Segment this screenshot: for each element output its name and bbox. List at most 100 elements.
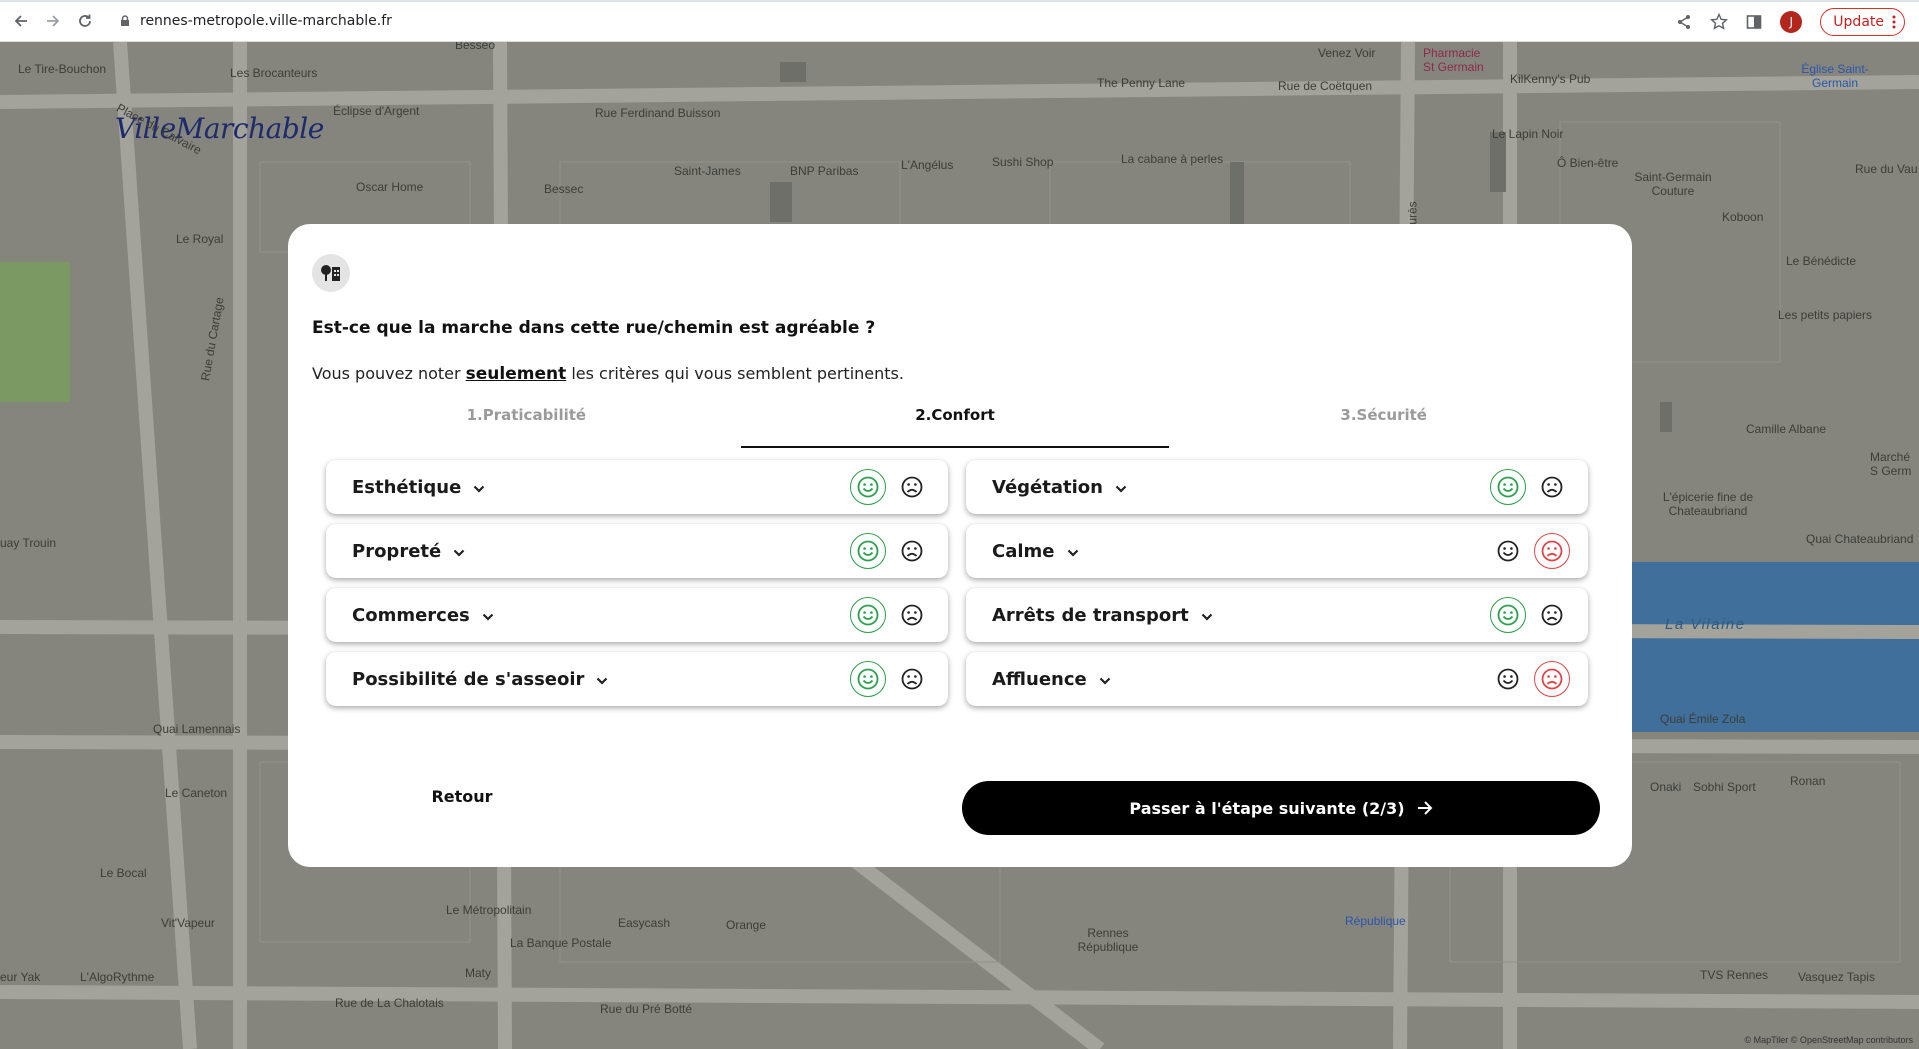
sad-face-icon[interactable] — [1534, 533, 1570, 569]
map-label: Rennes République — [1077, 926, 1139, 954]
chevron-down-icon — [1067, 541, 1079, 562]
next-step-button[interactable]: Passer à l'étape suivante (2/3) — [962, 781, 1600, 835]
star-icon[interactable] — [1710, 13, 1729, 31]
chevron-down-icon — [1115, 477, 1127, 498]
map-label: Quai Chateaubriand — [1806, 532, 1914, 546]
tab-praticabilite[interactable]: 1.Praticabilité — [312, 402, 741, 448]
map-label: Onaki — [1650, 780, 1682, 794]
happy-face-icon[interactable] — [1490, 661, 1526, 697]
criterion-card: Propreté — [326, 524, 948, 578]
criterion-card: Arrêts de transport — [966, 588, 1588, 642]
sad-face-icon[interactable] — [894, 533, 930, 569]
map-label: Les Brocanteurs — [230, 66, 318, 80]
happy-face-icon[interactable] — [850, 661, 886, 697]
happy-face-icon[interactable] — [1490, 597, 1526, 633]
happy-face-icon[interactable] — [1490, 533, 1526, 569]
forward-icon[interactable] — [42, 10, 64, 32]
chevron-down-icon — [473, 477, 485, 498]
profile-avatar[interactable]: J — [1780, 11, 1803, 33]
criterion-label: Commerces — [352, 604, 470, 626]
map-label: Besseo — [455, 42, 496, 52]
map-label: KilKenny's Pub — [1510, 72, 1591, 86]
chevron-down-icon — [453, 541, 465, 562]
map-label: The Penny Lane — [1097, 76, 1186, 90]
chevron-down-icon — [1099, 669, 1111, 690]
map-label: Marché S Germ — [1870, 450, 1912, 478]
map-label: Ô Bien-être — [1557, 156, 1619, 170]
map-label: Pharmacie St Germain — [1423, 46, 1484, 74]
back-icon[interactable] — [10, 10, 32, 32]
next-step-label: Passer à l'étape suivante (2/3) — [1129, 798, 1405, 818]
criterion-label: Affluence — [992, 668, 1087, 690]
sad-face-icon[interactable] — [894, 597, 930, 633]
map-label: Easycash — [618, 916, 671, 930]
rating-faces — [850, 596, 930, 634]
reload-icon[interactable] — [74, 10, 96, 32]
sad-face-icon[interactable] — [894, 469, 930, 505]
map-label: Vasquez Tapis — [1798, 970, 1875, 984]
update-button[interactable]: Update — [1820, 8, 1905, 36]
map-label: La Banque Postale — [510, 936, 612, 950]
rating-modal: Est-ce que la marche dans cette rue/chem… — [288, 224, 1632, 867]
happy-face-icon[interactable] — [850, 597, 886, 633]
address-bar[interactable]: rennes-metropole.ville-marchable.fr — [120, 11, 392, 31]
criterion-dropdown[interactable]: Arrêts de transport — [992, 588, 1213, 642]
criterion-label: Possibilité de s'asseoir — [352, 668, 585, 690]
map-attribution: © MapTiler © OpenStreetMap contributors — [1744, 1035, 1914, 1045]
map-label: Maty — [465, 966, 492, 980]
sad-face-icon[interactable] — [1534, 597, 1570, 633]
map-label: Église Saint-Germain — [1801, 62, 1869, 90]
subtitle-text: les critères qui vous semblent pertinent… — [566, 364, 904, 383]
map-label: Quai Émile Zola — [1660, 712, 1746, 726]
map-label: Camille Albane — [1746, 422, 1827, 436]
criterion-dropdown[interactable]: Esthétique — [352, 460, 485, 514]
map-label: uay Trouin — [0, 536, 57, 550]
map-label: Bessec — [544, 182, 584, 196]
sad-face-icon[interactable] — [894, 661, 930, 697]
sad-face-icon[interactable] — [1534, 469, 1570, 505]
criterion-card: Végétation — [966, 460, 1588, 514]
happy-face-icon[interactable] — [850, 533, 886, 569]
criterion-dropdown[interactable]: Calme — [992, 524, 1079, 578]
tab-securite[interactable]: 3.Sécurité — [1169, 402, 1598, 448]
criterion-dropdown[interactable]: Possibilité de s'asseoir — [352, 652, 608, 706]
chevron-down-icon — [1201, 605, 1213, 626]
map-label: Rue du Vau — [1855, 162, 1918, 176]
happy-face-icon[interactable] — [1490, 469, 1526, 505]
tab-confort[interactable]: 2.Confort — [740, 402, 1170, 448]
map-label: Le Bénédicte — [1786, 254, 1857, 268]
map-label: La Vilaine — [1665, 616, 1746, 633]
map-label: Koboon — [1722, 210, 1764, 224]
map-label: La cabane à perles — [1121, 152, 1224, 166]
back-button[interactable]: Retour — [408, 777, 516, 815]
rating-faces — [1490, 596, 1570, 634]
map-label: BNP Paribas — [790, 164, 859, 178]
map-label: Le Caneton — [165, 786, 228, 800]
rating-faces — [850, 532, 930, 570]
map-label: Orange — [726, 918, 767, 932]
criterion-card: Calme — [966, 524, 1588, 578]
map-label: Saint-Germain Couture — [1634, 170, 1712, 198]
chevron-down-icon — [596, 669, 608, 690]
sad-face-icon[interactable] — [1534, 661, 1570, 697]
map-label: Vit'Vapeur — [161, 916, 215, 930]
url-text: rennes-metropole.ville-marchable.fr — [140, 13, 392, 29]
map-label: Le Tire-Bouchon — [18, 62, 107, 76]
share-icon[interactable] — [1676, 14, 1692, 30]
map-label: Saint-James — [674, 164, 741, 178]
update-label: Update — [1833, 14, 1884, 30]
criterion-card: Affluence — [966, 652, 1588, 706]
criterion-dropdown[interactable]: Végétation — [992, 460, 1127, 514]
map-label: Rue Ferdinand Buisson — [595, 106, 721, 120]
happy-face-icon[interactable] — [850, 469, 886, 505]
criterion-dropdown[interactable]: Commerces — [352, 588, 494, 642]
criterion-card: Possibilité de s'asseoir — [326, 652, 948, 706]
sidepanel-icon[interactable] — [1746, 14, 1762, 30]
map-label: Les petits papiers — [1778, 308, 1873, 322]
map-label: Le Lapin Noir — [1492, 127, 1564, 141]
criterion-label: Propreté — [352, 540, 442, 562]
subtitle-text: Vous pouvez noter — [312, 364, 466, 383]
arrow-right-icon — [1417, 801, 1433, 815]
criterion-dropdown[interactable]: Propreté — [352, 524, 465, 578]
criterion-dropdown[interactable]: Affluence — [992, 652, 1111, 706]
